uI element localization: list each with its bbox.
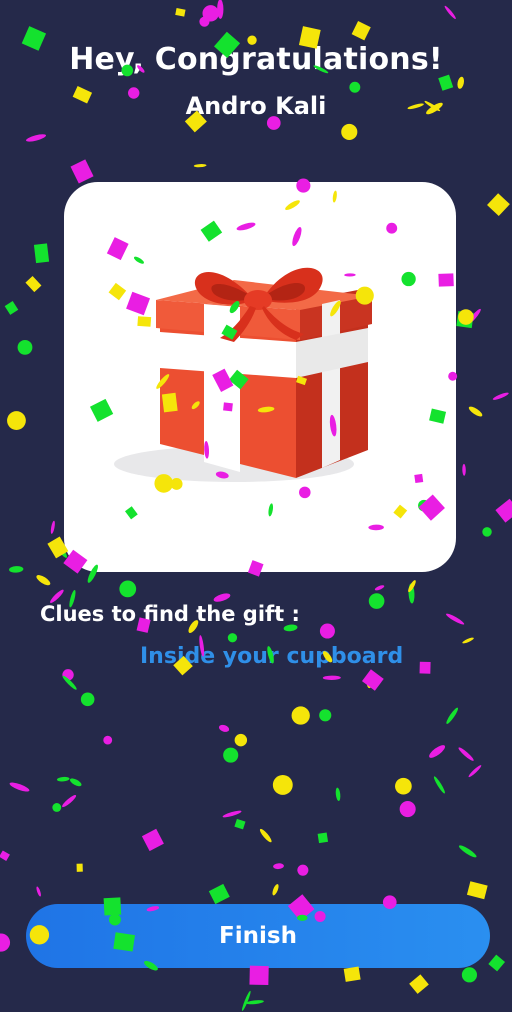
confetti-piece: [208, 883, 230, 905]
confetti-piece: [335, 787, 341, 802]
confetti-piece: [202, 5, 219, 22]
confetti-piece: [217, 0, 224, 19]
confetti-piece: [487, 193, 510, 217]
confetti-piece: [408, 583, 415, 604]
confetti-piece: [399, 801, 416, 818]
confetti-piece: [0, 933, 11, 952]
confetti-piece: [17, 339, 33, 355]
gift-box-icon: [114, 267, 372, 482]
confetti-piece: [341, 123, 358, 141]
confetti-piece: [462, 637, 474, 644]
confetti-piece: [351, 21, 371, 41]
confetti-piece: [468, 406, 483, 417]
confetti-piece: [62, 675, 77, 690]
confetti-piece: [361, 669, 384, 691]
confetti-piece: [0, 850, 10, 861]
confetti-piece: [9, 566, 24, 573]
confetti-piece: [482, 527, 492, 537]
confetti-piece: [259, 828, 272, 843]
confetti-piece: [446, 707, 459, 724]
confetti-piece: [343, 966, 361, 982]
confetti-piece: [234, 818, 246, 830]
confetti-piece: [374, 585, 385, 591]
confetti-piece: [488, 954, 506, 972]
confetti-piece: [319, 709, 332, 722]
confetti-piece: [457, 76, 465, 89]
congratulations-title: Hey, Congratulations!: [69, 42, 443, 77]
confetti-piece: [36, 575, 51, 586]
confetti-piece: [466, 308, 481, 326]
confetti-piece: [249, 965, 269, 986]
confetti-piece: [227, 633, 238, 643]
confetti-piece: [456, 310, 474, 329]
confetti-piece: [466, 881, 488, 900]
confetti-piece: [446, 613, 465, 625]
confetti-piece: [495, 498, 512, 523]
confetti-piece: [272, 774, 293, 795]
confetti-piece: [33, 243, 50, 264]
confetti-piece: [9, 782, 30, 792]
confetti-piece: [80, 692, 95, 707]
confetti-piece: [468, 765, 482, 778]
confetti-piece: [317, 832, 329, 844]
confetti-piece: [368, 593, 385, 609]
confetti-piece: [223, 747, 239, 763]
confetti-piece: [419, 661, 431, 674]
confetti-piece: [76, 863, 83, 872]
clues-label: Clues to find the gift :: [40, 602, 300, 626]
confetti-piece: [366, 671, 374, 689]
confetti-piece: [234, 733, 248, 747]
confetti-piece: [193, 164, 207, 168]
confetti-piece: [56, 776, 70, 782]
confetti-piece: [438, 74, 454, 91]
confetti-piece: [272, 884, 279, 896]
confetti-piece: [245, 1000, 264, 1005]
confetti-piece: [141, 828, 164, 852]
confetti-piece: [26, 134, 47, 142]
confetti-piece: [297, 864, 309, 876]
confetti-piece: [408, 580, 416, 593]
confetti-piece: [50, 520, 55, 534]
confetti-piece: [291, 706, 310, 725]
confetti-piece: [241, 990, 251, 1011]
confetti-piece: [273, 863, 284, 870]
confetti-piece: [218, 724, 230, 732]
confetti-piece: [461, 967, 478, 983]
confetti-piece: [458, 747, 474, 761]
confetti-piece: [409, 974, 429, 994]
confetti-piece: [4, 301, 19, 315]
confetti-piece: [70, 159, 94, 184]
confetti-piece: [458, 845, 477, 858]
confetti-piece: [69, 778, 82, 787]
confetti-piece: [458, 309, 474, 325]
confetti-piece: [62, 669, 74, 681]
confetti-piece: [119, 580, 137, 598]
confetti-piece: [462, 463, 466, 476]
confetti-piece: [175, 8, 186, 17]
confetti-piece: [103, 735, 113, 745]
confetti-piece: [492, 392, 509, 400]
confetti-piece: [62, 795, 77, 808]
confetti-piece: [429, 745, 446, 758]
recipient-name: Andro Kali: [185, 92, 327, 120]
confetti-piece: [395, 777, 412, 795]
confetti-piece: [52, 803, 62, 812]
confetti-piece: [199, 16, 210, 27]
confetti-piece: [25, 275, 42, 293]
confetti-piece: [222, 810, 242, 818]
confetti-piece: [319, 623, 335, 639]
finish-button[interactable]: Finish: [26, 904, 490, 968]
confetti-piece: [7, 411, 26, 430]
confetti-piece: [433, 776, 445, 794]
confetti-piece: [36, 886, 41, 897]
gift-image-card: [64, 182, 456, 572]
confetti-piece: [444, 5, 456, 20]
confetti-piece: [322, 675, 341, 680]
clue-value: Inside your cupboard: [140, 644, 404, 669]
